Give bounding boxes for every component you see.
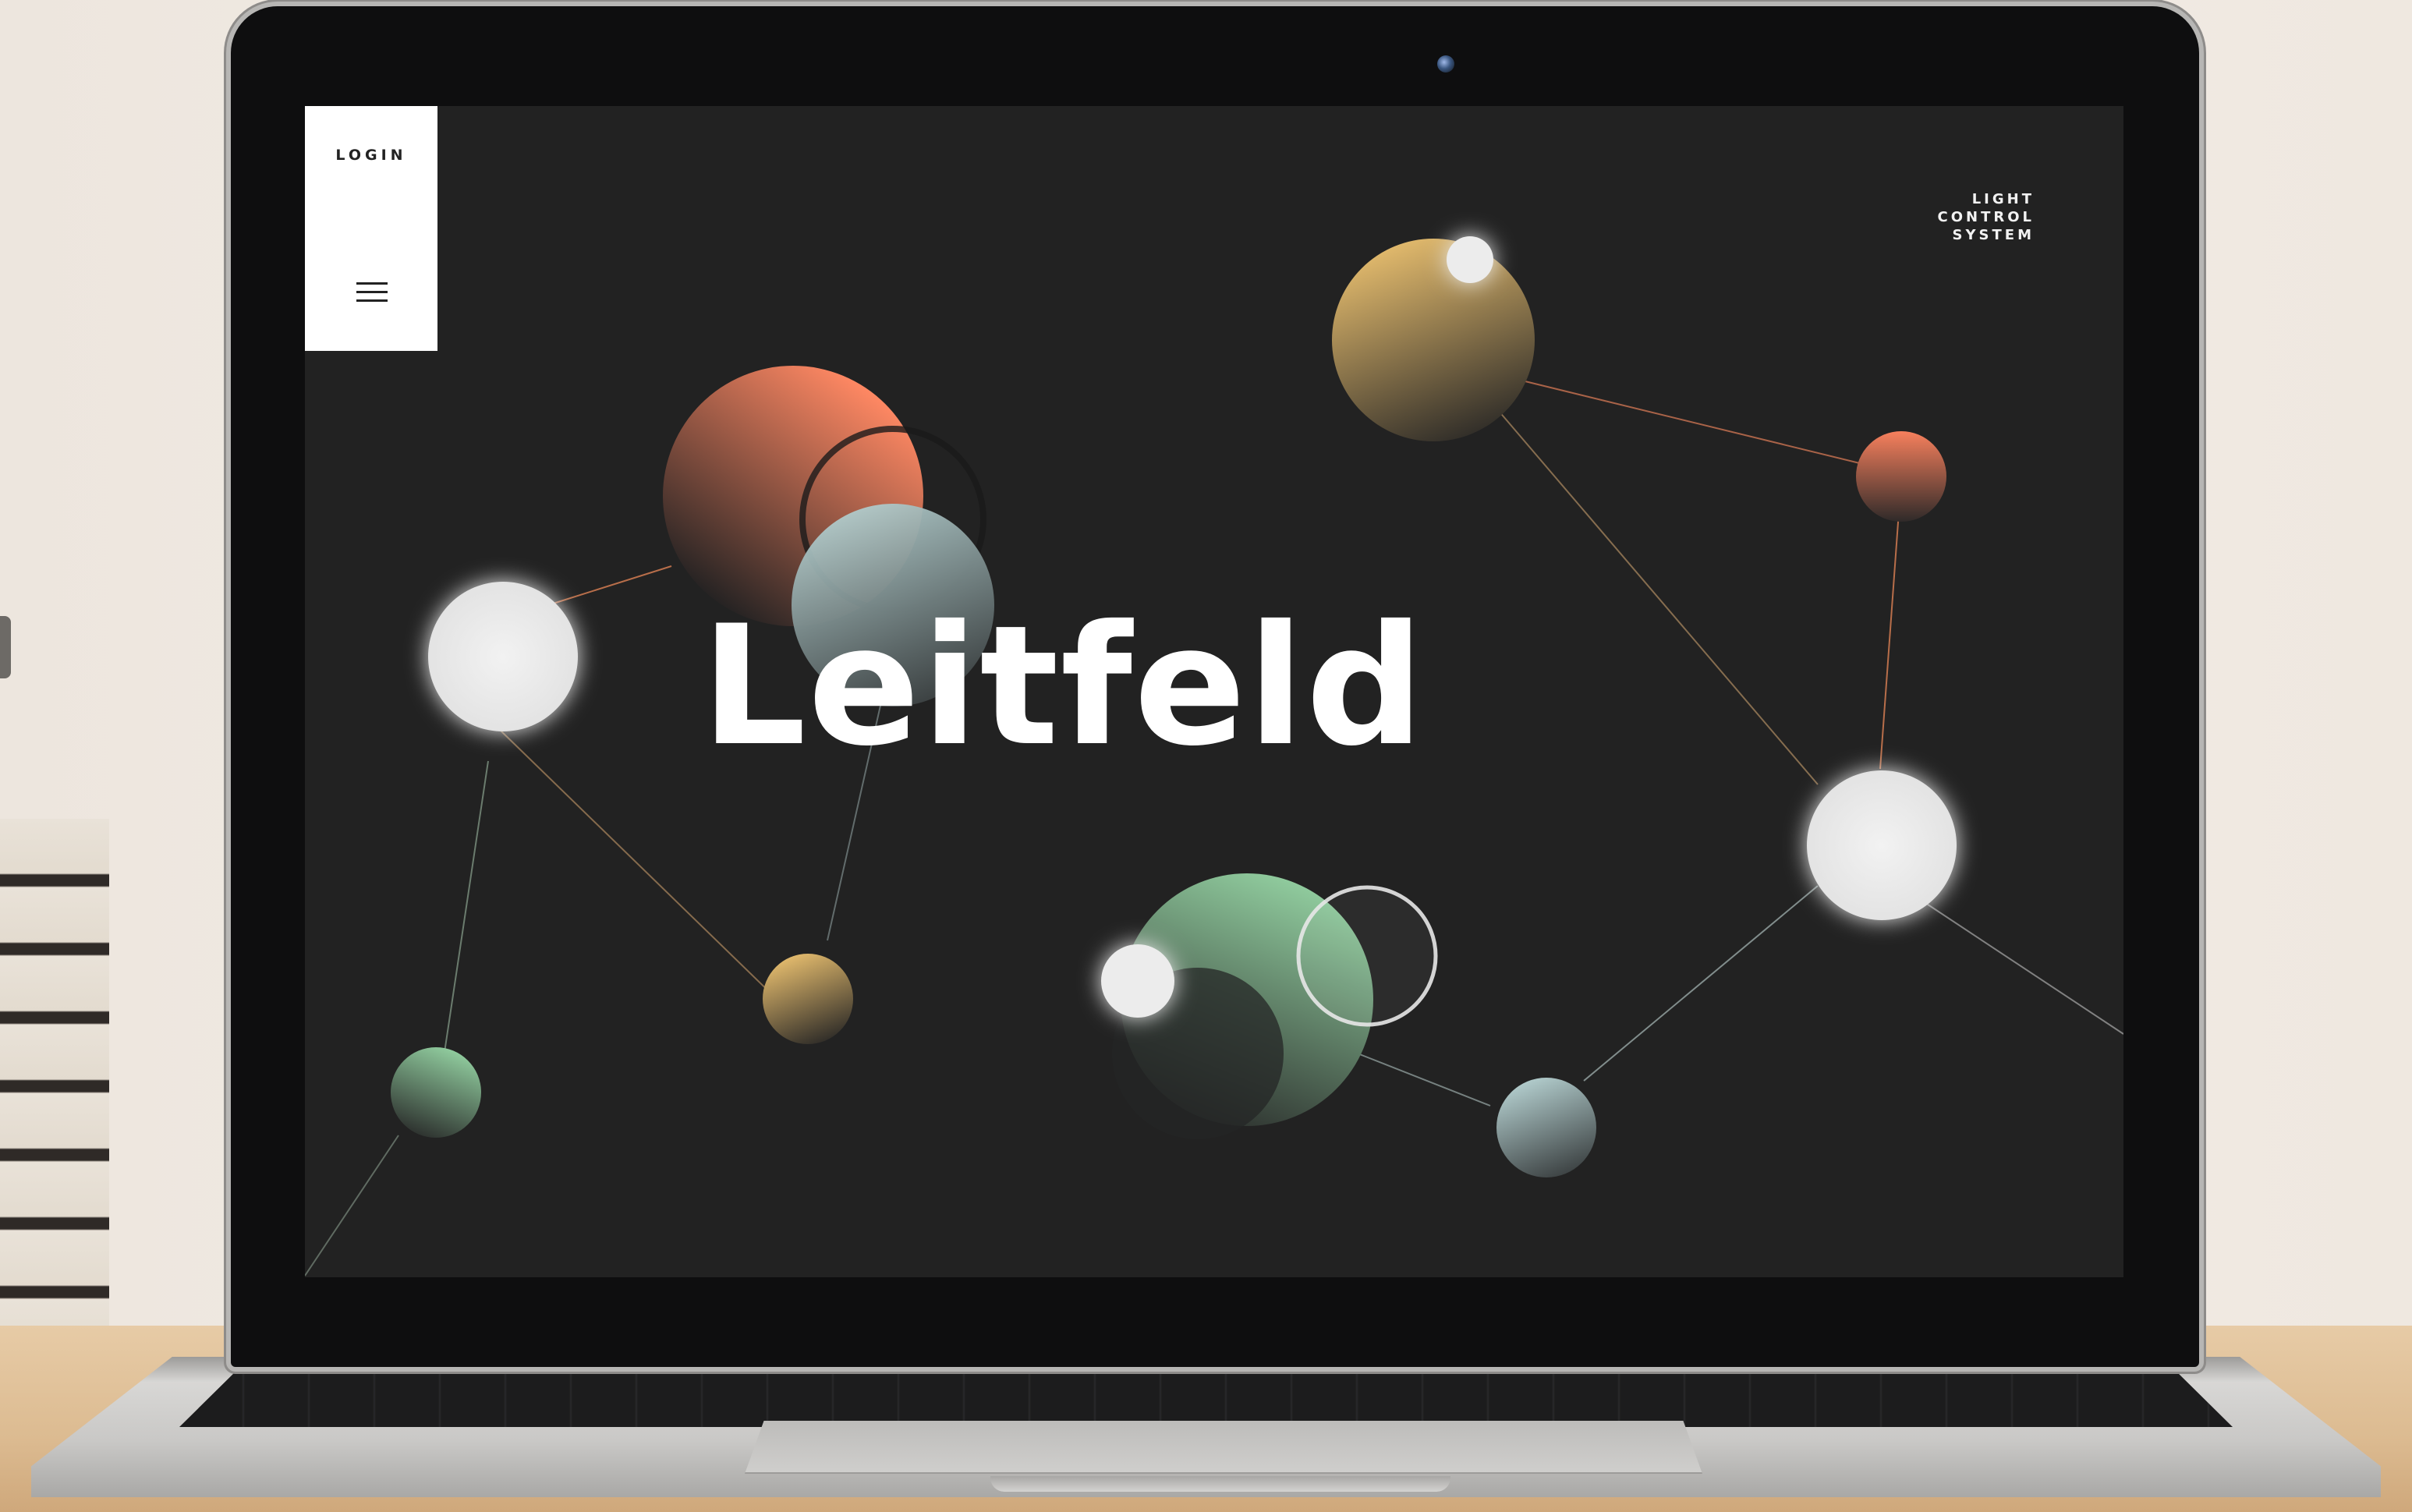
connection-line <box>1911 893 2123 1035</box>
orb-gold-large <box>1332 239 1535 441</box>
hero-title: Leitfeld <box>700 590 1426 782</box>
webcam-icon <box>1437 55 1454 73</box>
tagline: LIGHT CONTROL SYSTEM <box>1938 190 2035 244</box>
menu-panel: LOGIN <box>305 106 437 351</box>
website-screen: LOGIN LIGHT CONTROL SYSTEM Leitfeld <box>305 106 2123 1277</box>
orb-white-tiny <box>1447 236 1493 283</box>
wall-fixture <box>0 616 11 678</box>
tagline-line: CONTROL <box>1937 209 2035 225</box>
connection-line <box>1496 374 1873 467</box>
orb-coral-small <box>1856 431 1946 522</box>
book-stack <box>0 819 109 1357</box>
orb-white-center <box>1101 944 1174 1018</box>
connection-line <box>1583 885 1819 1082</box>
connection-line <box>443 760 489 1058</box>
connection-line <box>305 1135 399 1277</box>
laptop-notch <box>990 1476 1450 1492</box>
login-link[interactable]: LOGIN <box>305 147 437 164</box>
laptop-keyboard <box>179 1366 2233 1427</box>
orb-slate-small <box>1496 1078 1596 1177</box>
orb-ring-glass <box>1296 885 1438 1027</box>
hamburger-menu-icon[interactable] <box>356 282 388 304</box>
tagline-line: LIGHT <box>1971 191 2035 207</box>
orb-gold-small <box>763 954 853 1044</box>
connection-line <box>1357 1053 1491 1107</box>
orb-white-right <box>1807 770 1957 920</box>
tagline-line: SYSTEM <box>1952 227 2035 243</box>
orb-sage-small <box>391 1047 481 1138</box>
laptop-trackpad <box>745 1421 1702 1474</box>
